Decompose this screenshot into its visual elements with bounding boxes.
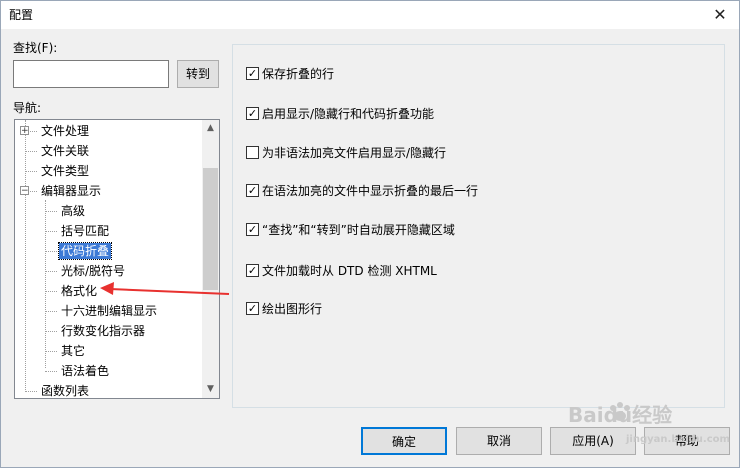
nav-item-label: 格式化 xyxy=(61,284,98,298)
window-title: 配置 xyxy=(9,8,34,22)
close-icon[interactable]: ✕ xyxy=(705,2,735,28)
scroll-down-icon[interactable]: ▼ xyxy=(202,381,219,398)
nav-item-label: 文件关联 xyxy=(41,144,90,158)
nav-item[interactable]: 函数列表 xyxy=(25,381,91,398)
nav-item[interactable]: − 编辑器显示 xyxy=(20,181,103,201)
nav-item[interactable]: + 文件处理 xyxy=(20,121,91,141)
ok-button[interactable]: 确定 xyxy=(361,427,447,455)
option-checkbox[interactable]: ✓ xyxy=(246,184,259,197)
nav-item[interactable]: 光标/脱符号 xyxy=(45,261,127,281)
option-checkbox[interactable]: ✓ xyxy=(246,223,259,236)
nav-item-label: 编辑器显示 xyxy=(41,184,102,198)
nav-item-label: 高级 xyxy=(61,204,86,218)
nav-item[interactable]: 文件类型 xyxy=(25,161,91,181)
nav-item[interactable]: 格式化 xyxy=(45,281,99,301)
nav-item-label: 其它 xyxy=(61,344,86,358)
nav-item-label: 文件类型 xyxy=(41,164,90,178)
search-label: 查找(F): xyxy=(13,41,58,55)
option-label: 为非语法加亮文件启用显示/隐藏行 xyxy=(262,146,447,160)
option-label: 保存折叠的行 xyxy=(262,67,335,81)
nav-item[interactable]: 括号匹配 xyxy=(45,221,111,241)
goto-button[interactable]: 转到 xyxy=(177,60,219,88)
config-dialog: 配置 ✕ 查找(F): 转到 导航: + 文件处理文件关联文件类型 − 编辑器显示高级… xyxy=(0,0,740,468)
nav-item-label: 代码折叠 xyxy=(57,242,113,260)
option-label: 绘出图形行 xyxy=(262,302,323,316)
option-label: “查找”和“转到”时自动展开隐藏区域 xyxy=(262,223,455,237)
nav-tree[interactable]: + 文件处理文件关联文件类型 − 编辑器显示高级括号匹配代码折叠光标/脱符号 格式化十六… xyxy=(14,119,220,399)
option-label: 在语法加亮的文件中显示折叠的最后一行 xyxy=(262,184,479,198)
expand-icon[interactable]: + xyxy=(20,126,29,136)
nav-scrollbar[interactable]: ▲ ▼ xyxy=(202,120,219,398)
nav-item[interactable]: 代码折叠 xyxy=(45,241,113,261)
search-input[interactable] xyxy=(13,60,169,88)
nav-item-label: 十六进制编辑显示 xyxy=(61,304,158,318)
nav-item[interactable]: 行数变化指示器 xyxy=(45,321,147,341)
nav-item-label: 语法着色 xyxy=(61,364,110,378)
option-checkbox[interactable]: ✓ xyxy=(246,67,259,80)
title-bar: 配置 ✕ xyxy=(1,1,739,29)
nav-item[interactable]: 文件关联 xyxy=(25,141,91,161)
nav-item-label: 函数列表 xyxy=(41,384,90,398)
nav-item-label: 光标/脱符号 xyxy=(61,264,126,278)
nav-item-label: 括号匹配 xyxy=(61,224,110,238)
option-checkbox[interactable]: ✓ xyxy=(246,107,259,120)
nav-item[interactable]: 十六进制编辑显示 xyxy=(45,301,159,321)
nav-item-label: 文件处理 xyxy=(41,124,90,138)
nav-item[interactable]: 其它 xyxy=(45,341,87,361)
collapse-icon[interactable]: − xyxy=(20,186,29,196)
option-label: 启用显示/隐藏行和代码折叠功能 xyxy=(262,107,435,121)
scroll-thumb[interactable] xyxy=(203,168,218,290)
scroll-up-icon[interactable]: ▲ xyxy=(202,120,219,137)
cancel-button[interactable]: 取消 xyxy=(456,427,542,455)
nav-item-label: 行数变化指示器 xyxy=(61,324,146,338)
option-checkbox[interactable] xyxy=(246,146,259,159)
nav-item[interactable]: 高级 xyxy=(45,201,87,221)
option-checkbox[interactable]: ✓ xyxy=(246,302,259,315)
apply-button[interactable]: 应用(A) xyxy=(550,427,636,455)
option-checkbox[interactable]: ✓ xyxy=(246,264,259,277)
option-label: 文件加载时从 DTD 检测 XHTML xyxy=(262,264,437,278)
nav-item[interactable]: 语法着色 xyxy=(45,361,111,381)
nav-label: 导航: xyxy=(13,101,42,115)
help-button[interactable]: 帮助 xyxy=(644,427,730,455)
